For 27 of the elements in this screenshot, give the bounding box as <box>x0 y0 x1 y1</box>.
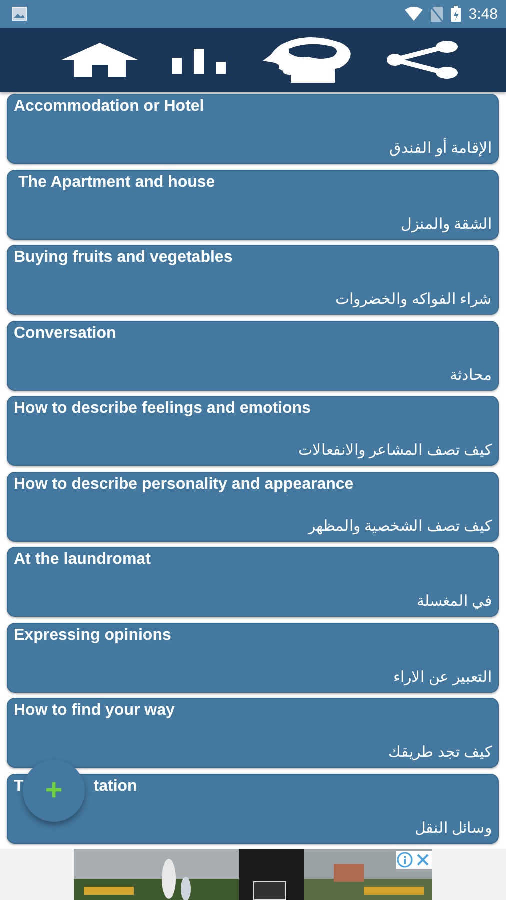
topic-translation: الإقامة أو الفندق <box>390 139 492 157</box>
topic-title: How to describe personality and appearance <box>14 476 354 494</box>
topic-title: How to describe feelings and emotions <box>14 400 311 418</box>
topic-translation: محادثة <box>450 366 492 384</box>
info-icon[interactable] <box>396 851 414 869</box>
topic-translation: التعبير عن الاراء <box>394 668 492 686</box>
topic-title: Expressing opinions <box>14 626 172 644</box>
topic-translation: كيف تصف الشخصية والمظهر <box>308 516 492 534</box>
topic-title: Conversation <box>14 324 116 342</box>
image-icon <box>12 7 27 21</box>
topic-translation: كيف تصف المشاعر والانفعالات <box>298 441 492 459</box>
topic-title: T <box>14 778 24 796</box>
topic-title: How to find your way <box>14 702 175 720</box>
topic-title: Buying fruits and vegetables <box>14 249 233 267</box>
topic-translation: في المغسلة <box>416 592 492 610</box>
no-sim-icon <box>430 6 443 22</box>
clock: 3:48 <box>468 6 498 22</box>
topic-title: Accommodation or Hotel <box>14 98 204 116</box>
topic-translation: كيف تجد طريقك <box>388 743 492 761</box>
wifi-icon <box>404 7 423 21</box>
topic-translation: الشقة والمنزل <box>400 214 492 232</box>
topic-title: The Apartment and house <box>17 174 216 192</box>
topic-title: tation <box>94 778 138 796</box>
topic-translation: وسائل النقل <box>414 818 492 836</box>
topic-translation: شراء الفواكه والخضروات <box>336 290 492 308</box>
topic-title: At the laundromat <box>14 551 151 569</box>
battery-icon <box>450 6 461 22</box>
